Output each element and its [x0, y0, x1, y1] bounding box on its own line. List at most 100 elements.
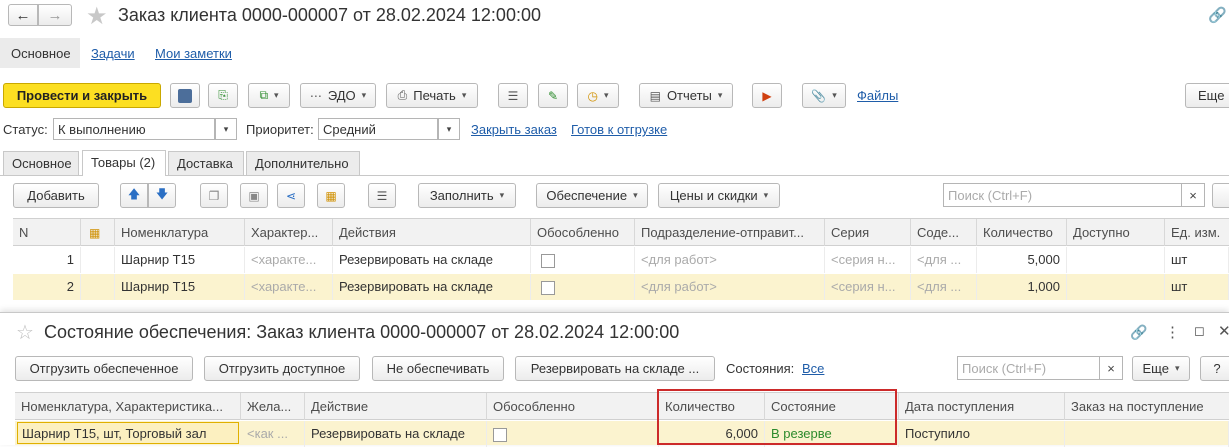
row-series[interactable]: <серия н... — [825, 274, 911, 300]
supply-search-clear[interactable]: × — [1099, 356, 1123, 380]
star-icon[interactable]: ★ — [86, 2, 108, 31]
supply-search-input[interactable]: Поиск (Ctrl+F) — [957, 356, 1101, 380]
col-separate[interactable]: Обособленно — [487, 393, 659, 420]
create-based-button[interactable]: ⧉ ▾ — [248, 83, 290, 108]
move-up-button[interactable]: 🡅 — [120, 183, 148, 208]
goods-search-input[interactable]: Поиск (Ctrl+F) — [943, 183, 1183, 207]
row-content[interactable]: <для ... — [911, 274, 977, 300]
more-button[interactable]: Еще — [1185, 83, 1229, 108]
col-avail[interactable]: Доступно — [1067, 219, 1165, 246]
row-separate[interactable] — [487, 421, 659, 447]
row-item[interactable]: Шарнир Т15 — [115, 274, 245, 300]
tab-main[interactable]: Основное — [3, 151, 79, 175]
row-unit[interactable]: шт — [1165, 247, 1229, 273]
row-separate[interactable] — [531, 247, 635, 273]
col-item[interactable]: Номенклатура — [115, 219, 245, 246]
not-provide-button[interactable]: Не обеспечивать — [372, 356, 504, 381]
col-item-char[interactable]: Номенклатура, Характеристика... — [15, 393, 241, 420]
col-icon[interactable]: ▦ — [81, 219, 115, 246]
attach-button[interactable]: 📎 ▾ — [802, 83, 846, 108]
row-separate[interactable] — [531, 274, 635, 300]
ship-provided-button[interactable]: Отгрузить обеспеченное — [15, 356, 193, 381]
status-dropdown[interactable]: ▾ — [215, 118, 237, 140]
row-dept[interactable]: <для работ> — [635, 274, 825, 300]
col-arrival[interactable]: Дата поступления — [899, 393, 1065, 420]
reports-button[interactable]: ▤ Отчеты ▾ — [639, 83, 733, 108]
link-icon[interactable]: 🔗 — [1130, 324, 1147, 341]
nav-main-label[interactable]: Основное — [11, 46, 71, 61]
edo-button[interactable]: ⋯ ЭДО ▾ — [300, 83, 376, 108]
ready-ship-link[interactable]: Готов к отгрузке — [571, 122, 667, 137]
col-order[interactable]: Заказ на поступление — [1065, 393, 1229, 420]
row-order[interactable] — [1065, 421, 1229, 447]
tab-additional[interactable]: Дополнительно — [246, 151, 360, 175]
table-row[interactable]: 1 Шарнир Т15 <характе... Резервировать н… — [13, 247, 1229, 273]
add-button[interactable]: Добавить — [13, 183, 99, 208]
nav-notes[interactable]: Мои заметки — [155, 46, 232, 61]
row-item-char[interactable]: Шарнир Т15, шт, Торговый зал — [17, 422, 239, 444]
col-action[interactable]: Действие — [305, 393, 487, 420]
barcode-button[interactable]: ☰ — [368, 183, 396, 208]
col-dept[interactable]: Подразделение-отправит... — [635, 219, 825, 246]
supply-button[interactable]: Обеспечение ▾ — [536, 183, 648, 208]
row-item[interactable]: Шарнир Т15 — [115, 247, 245, 273]
pick-button[interactable]: ▦ — [317, 183, 345, 208]
row-action[interactable]: Резервировать на складе — [333, 274, 531, 300]
separate-checkbox[interactable] — [541, 280, 555, 295]
save-button[interactable] — [170, 83, 200, 108]
paste-button[interactable]: ▣ — [240, 183, 268, 208]
priority-field[interactable]: Средний — [318, 118, 438, 140]
goods-search-clear[interactable]: × — [1181, 183, 1205, 207]
files-link[interactable]: Файлы — [857, 88, 898, 103]
states-link[interactable]: Все — [802, 361, 824, 376]
move-down-button[interactable]: 🡇 — [148, 183, 176, 208]
tab-goods[interactable]: Товары (2) — [82, 150, 166, 176]
nav-tasks[interactable]: Задачи — [91, 46, 135, 61]
goods-more-button[interactable] — [1212, 183, 1229, 208]
forward-button[interactable]: → — [38, 4, 72, 26]
fill-button[interactable]: Заполнить ▾ — [418, 183, 516, 208]
row-char[interactable]: <характе... — [245, 247, 333, 273]
row-arrival[interactable]: Поступило — [899, 421, 1065, 447]
status-field[interactable]: К выполнению — [53, 118, 215, 140]
row-dept[interactable]: <для работ> — [635, 247, 825, 273]
row-action[interactable]: Резервировать на складе — [305, 421, 487, 447]
col-qty[interactable]: Количество — [977, 219, 1067, 246]
col-n[interactable]: N — [13, 219, 81, 246]
reserve-button[interactable]: Резервировать на складе ... — [515, 356, 715, 381]
maximize-icon[interactable]: ◻ — [1194, 323, 1205, 339]
close-order-link[interactable]: Закрыть заказ — [471, 122, 557, 137]
row-action[interactable]: Резервировать на складе — [333, 247, 531, 273]
post-button[interactable]: ⎘ — [208, 83, 238, 108]
back-button[interactable]: ← — [8, 4, 38, 26]
row-series[interactable]: <серия н... — [825, 247, 911, 273]
more-vertical-icon[interactable]: ⋮ — [1165, 323, 1180, 341]
row-qty[interactable]: 1,000 — [977, 274, 1067, 300]
close-icon[interactable]: ✕ — [1218, 322, 1229, 340]
prices-button[interactable]: Цены и скидки ▾ — [658, 183, 780, 208]
col-series[interactable]: Серия — [825, 219, 911, 246]
table-row[interactable]: 2 Шарнир Т15 <характе... Резервировать н… — [13, 274, 1229, 300]
table-row[interactable]: Шарнир Т15, шт, Торговый зал <как ... Ре… — [15, 421, 1229, 447]
split-button[interactable]: ⋖ — [277, 183, 305, 208]
col-content[interactable]: Соде... — [911, 219, 977, 246]
tab-delivery[interactable]: Доставка — [168, 151, 244, 175]
row-unit[interactable]: шт — [1165, 274, 1229, 300]
row-content[interactable]: <для ... — [911, 247, 977, 273]
col-separate[interactable]: Обособленно — [531, 219, 635, 246]
help-button[interactable]: ? — [1200, 356, 1229, 381]
row-char[interactable]: <характе... — [245, 274, 333, 300]
ship-available-button[interactable]: Отгрузить доступное — [204, 356, 360, 381]
separate-checkbox[interactable] — [541, 253, 555, 268]
col-desired[interactable]: Жела... — [241, 393, 305, 420]
row-desired[interactable]: <как ... — [241, 421, 305, 447]
edit-button[interactable]: ✎ — [538, 83, 568, 108]
tasks-button[interactable]: ◷ ▾ — [577, 83, 619, 108]
col-char[interactable]: Характер... — [245, 219, 333, 246]
priority-dropdown[interactable]: ▾ — [438, 118, 460, 140]
row-qty[interactable]: 5,000 — [977, 247, 1067, 273]
print-button[interactable]: ⎙ Печать ▾ — [386, 83, 478, 108]
col-unit[interactable]: Ед. изм. — [1165, 219, 1229, 246]
copy-button[interactable]: ❐ — [200, 183, 228, 208]
send-button[interactable]: ▶ — [752, 83, 782, 108]
